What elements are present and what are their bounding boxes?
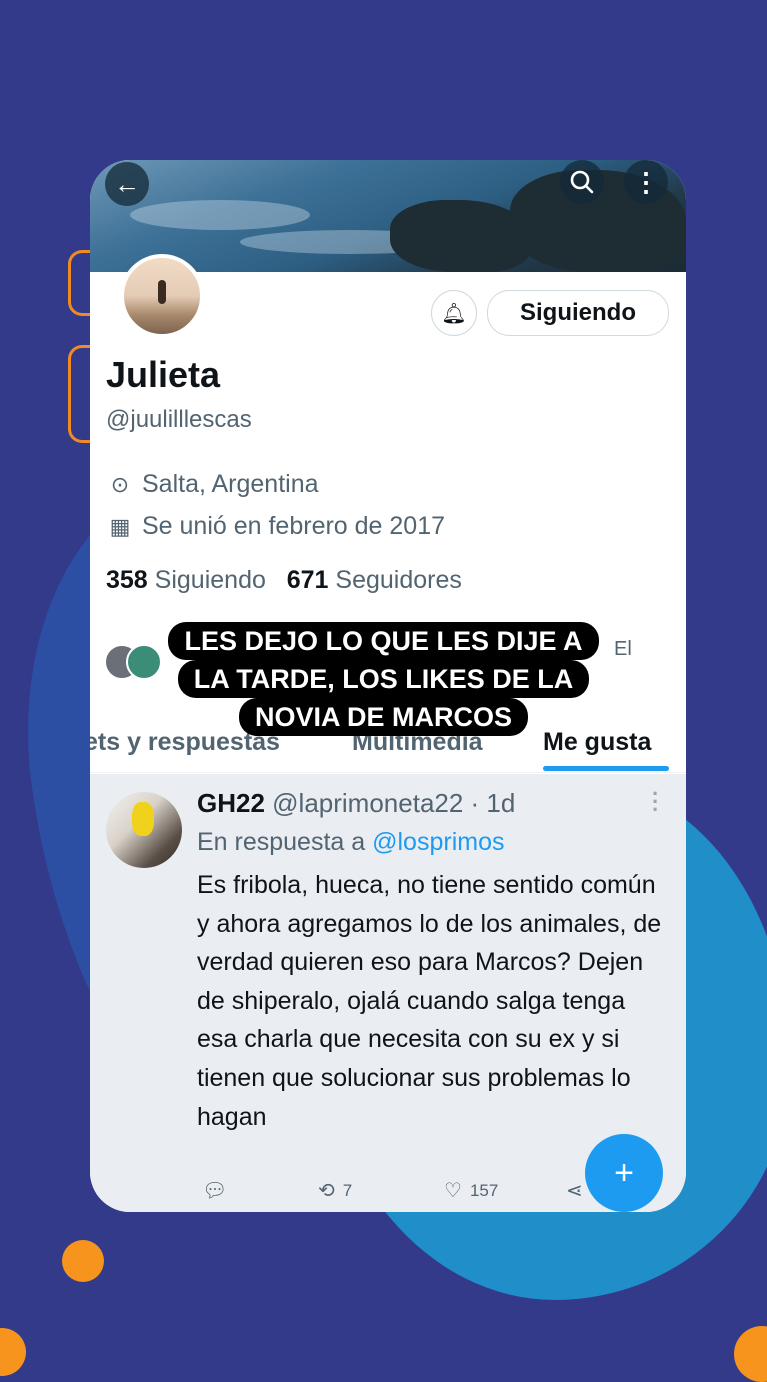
like-count: 157 <box>469 1180 499 1200</box>
tweet-author-name[interactable]: GH22 <box>197 788 265 818</box>
retweet-button[interactable]: ⟲ 7 <box>318 1178 352 1203</box>
location-text: Salta, Argentina <box>142 470 319 498</box>
share-icon: ⋖ <box>566 1180 583 1202</box>
reply-to-link[interactable]: @losprimos <box>372 828 504 856</box>
reply-prefix: En respuesta a <box>197 828 366 856</box>
decorative-dot <box>0 1328 26 1376</box>
calendar-icon: ▦ <box>109 513 131 539</box>
bell-plus-icon: 🔔︎ <box>441 302 467 325</box>
avatar-figure <box>158 280 166 304</box>
decorative-dot <box>62 1240 104 1282</box>
tweet-more-icon[interactable]: · · · <box>652 783 659 821</box>
map-pin-icon: ⊙ <box>110 471 130 497</box>
active-tab-indicator <box>543 766 669 771</box>
reply-button[interactable]: 💬︎ <box>202 1178 235 1203</box>
retweet-count: 7 <box>342 1180 353 1200</box>
more-options-button[interactable]: ⋮ <box>624 160 668 204</box>
tweet-author-avatar[interactable] <box>106 792 182 868</box>
comment-icon: 💬︎ <box>202 1180 228 1202</box>
following-count: 358 <box>106 566 148 594</box>
back-arrow-icon: ← <box>114 168 140 199</box>
tweet-text: Es fribola, hueca, no tiene sentido comú… <box>197 871 662 1131</box>
following-link[interactable]: 358 Siguiendo <box>106 566 266 594</box>
followers-label: Seguidores <box>335 566 462 594</box>
decorative-dot <box>734 1326 767 1382</box>
tweet-author-handle-time: @laprimoneta22 · 1d <box>272 788 516 818</box>
joined-text: Se unió en febrero de 2017 <box>142 512 446 540</box>
profile-joined: ▦ Se unió en febrero de 2017 <box>106 512 445 541</box>
following-label: Siguiendo <box>154 566 266 594</box>
search-button[interactable] <box>560 160 604 204</box>
followers-link[interactable]: 671 Seguidores <box>287 566 462 594</box>
compose-button[interactable]: + <box>585 1134 663 1212</box>
profile-location: ⊙ Salta, Argentina <box>106 470 319 499</box>
avatar-figure <box>132 802 154 836</box>
caption-line: LES DEJO LO QUE LES DIJE A <box>168 622 599 660</box>
profile-avatar[interactable] <box>120 254 204 338</box>
banner-rock <box>390 200 530 272</box>
banner-wave <box>130 200 310 230</box>
profile-handle: @juulilllescas <box>106 406 252 433</box>
tweet-reply-context: En respuesta a @losprimos <box>197 828 504 857</box>
following-button[interactable]: Siguiendo <box>487 290 669 336</box>
heart-icon: ♡ <box>444 1180 462 1202</box>
tweet-header: GH22 @laprimoneta22 · 1d <box>197 788 515 819</box>
back-button[interactable]: ← <box>105 162 149 206</box>
like-button[interactable]: ♡ 157 <box>444 1178 498 1203</box>
profile-stats: 358 Siguiendo 671 Seguidores <box>106 566 462 595</box>
search-icon <box>570 170 594 194</box>
retweet-icon: ⟲ <box>318 1180 335 1202</box>
more-vertical-icon: ⋮ <box>633 166 659 197</box>
followers-count: 671 <box>286 566 329 594</box>
plus-icon: + <box>614 1153 634 1192</box>
notifications-button[interactable]: 🔔︎ <box>431 290 477 336</box>
story-caption: LES DEJO LO QUE LES DIJE A LA TARDE, LOS… <box>0 622 767 736</box>
caption-line: LA TARDE, LOS LIKES DE LA <box>177 660 590 698</box>
profile-name: Julieta <box>106 354 221 395</box>
caption-line: NOVIA DE MARCOS <box>238 698 528 736</box>
